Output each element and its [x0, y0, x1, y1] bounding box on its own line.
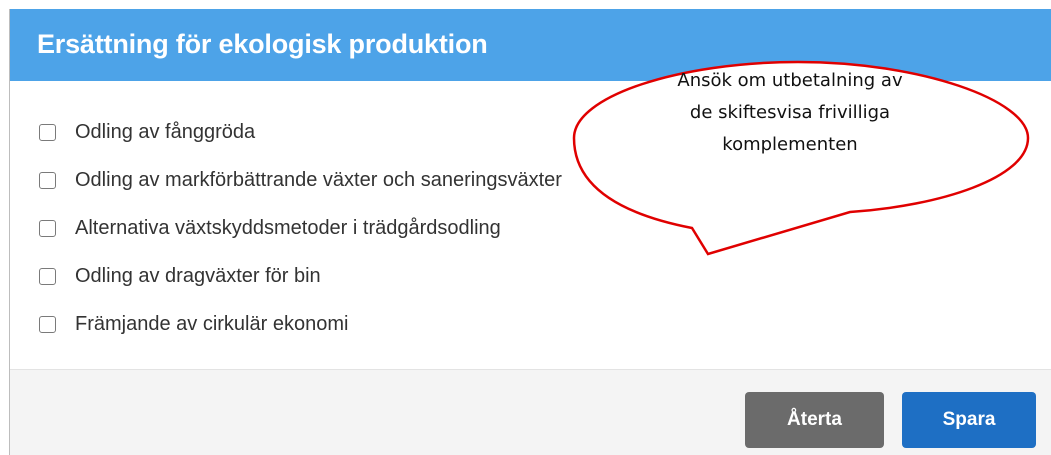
dialog-footer: Återta Spara — [10, 369, 1051, 455]
callout-line: Ansök om utbetalning av — [677, 70, 903, 91]
option-checkbox[interactable] — [39, 316, 56, 333]
option-checkbox[interactable] — [39, 124, 56, 141]
option-checkbox[interactable] — [39, 172, 56, 189]
option-checkbox[interactable] — [39, 220, 56, 237]
option-label[interactable]: Främjande av cirkulär ekonomi — [75, 304, 348, 344]
callout-text: Ansök om utbetalning av de skiftesvisa f… — [626, 65, 954, 161]
dialog-title: Ersättning för ekologisk produktion — [37, 29, 488, 59]
callout-line: komplementen — [722, 134, 858, 155]
callout-line: de skiftesvisa frivilliga — [689, 102, 891, 123]
option-checkbox[interactable] — [39, 268, 56, 285]
option-label[interactable]: Odling av fånggröda — [75, 112, 255, 152]
option-list: Odling av fånggröda Odling av markförbät… — [39, 112, 562, 352]
option-item[interactable]: Odling av fånggröda — [39, 112, 562, 160]
option-label[interactable]: Alternativa växtskyddsmetoder i trädgård… — [75, 208, 501, 248]
option-label[interactable]: Odling av dragväxter för bin — [75, 256, 321, 296]
option-item[interactable]: Odling av markförbättrande växter och sa… — [39, 160, 562, 208]
option-item[interactable]: Främjande av cirkulär ekonomi — [39, 304, 562, 352]
save-button[interactable]: Spara — [902, 392, 1036, 448]
cancel-button[interactable]: Återta — [745, 392, 884, 448]
option-label[interactable]: Odling av markförbättrande växter och sa… — [75, 160, 562, 200]
option-item[interactable]: Odling av dragväxter för bin — [39, 256, 562, 304]
option-item[interactable]: Alternativa växtskyddsmetoder i trädgård… — [39, 208, 562, 256]
